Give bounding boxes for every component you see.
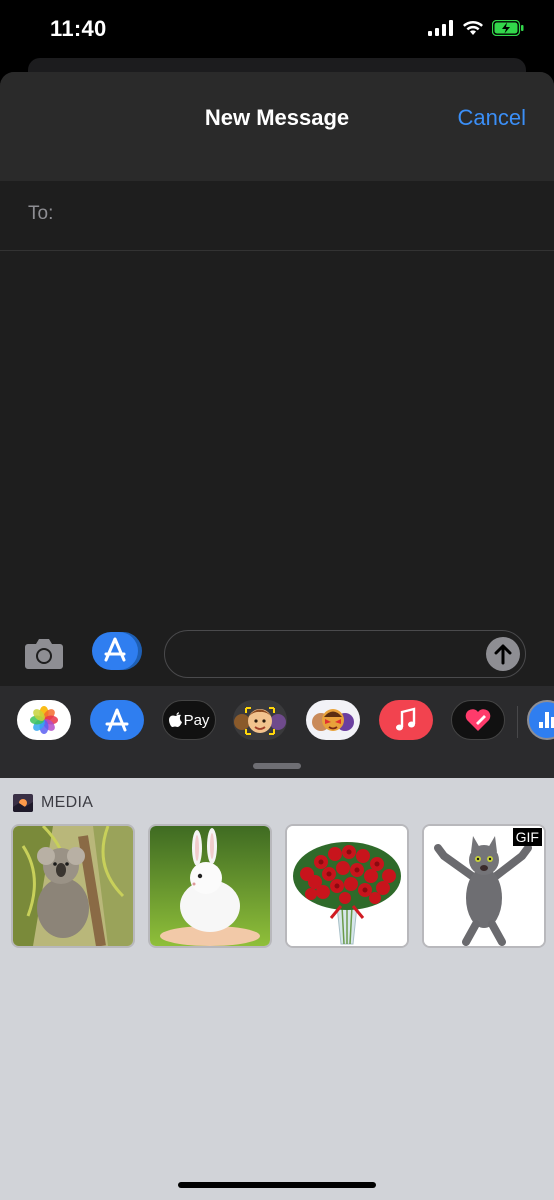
cancel-button[interactable]: Cancel xyxy=(458,105,526,131)
music-icon xyxy=(396,707,416,731)
recipient-label: To: xyxy=(28,203,54,224)
recipient-field[interactable]: To: xyxy=(0,181,554,251)
signal-bars-icon xyxy=(428,20,453,36)
app-store-app-button[interactable] xyxy=(90,700,144,740)
media-header: MEDIA xyxy=(13,794,93,812)
digital-touch-app-button[interactable] xyxy=(451,700,505,740)
drawer-grabber[interactable] xyxy=(253,763,301,769)
roses-image xyxy=(287,826,407,946)
more-apps-button[interactable] xyxy=(527,700,554,740)
music-app-button[interactable] xyxy=(379,700,433,740)
send-button[interactable] xyxy=(486,637,520,671)
photos-app-button[interactable] xyxy=(17,700,71,740)
battery-charging-icon xyxy=(492,20,524,36)
gif-badge: GIF xyxy=(512,828,542,846)
status-icons xyxy=(428,20,524,36)
media-item-koala[interactable] xyxy=(11,824,135,948)
media-item-rabbit[interactable] xyxy=(148,824,272,948)
media-icon xyxy=(13,794,33,812)
home-indicator[interactable] xyxy=(178,1182,376,1188)
more-apps-icon xyxy=(539,712,554,728)
media-item-roses[interactable] xyxy=(285,824,409,948)
digital-touch-icon xyxy=(465,709,491,731)
app-strip-divider xyxy=(517,706,518,738)
camera-icon[interactable] xyxy=(24,636,64,670)
memoji-stickers-icon xyxy=(312,709,354,731)
app-store-icon[interactable] xyxy=(90,630,144,672)
status-time: 11:40 xyxy=(50,16,107,41)
apple-pay-app-button[interactable]: Pay xyxy=(162,700,216,740)
app-drawer-strip: Pay xyxy=(0,686,554,778)
new-message-sheet: New Message Cancel To: Pay MEDIA GIF xyxy=(0,72,554,1200)
message-input[interactable] xyxy=(164,630,526,678)
photos-icon xyxy=(30,706,58,734)
rabbit-image xyxy=(150,826,270,946)
nav-bar: New Message Cancel xyxy=(0,72,554,181)
memoji-icon xyxy=(234,707,286,735)
status-bar: 11:40 xyxy=(0,0,554,60)
wifi-icon xyxy=(463,21,483,35)
memoji-stickers-app-button[interactable] xyxy=(306,700,360,740)
media-drawer: MEDIA GIF xyxy=(0,778,554,1200)
media-item-cat-gif[interactable]: GIF xyxy=(422,824,546,948)
compose-bar xyxy=(0,620,554,686)
app-store-icon xyxy=(105,708,129,732)
koala-image xyxy=(13,826,133,946)
send-arrow-icon xyxy=(494,644,512,665)
media-label: MEDIA xyxy=(41,794,94,811)
apple-pay-label: Pay xyxy=(183,711,210,729)
media-grid: GIF xyxy=(11,824,546,948)
apple-pay-icon xyxy=(168,712,182,727)
memoji-app-button[interactable] xyxy=(233,700,287,740)
